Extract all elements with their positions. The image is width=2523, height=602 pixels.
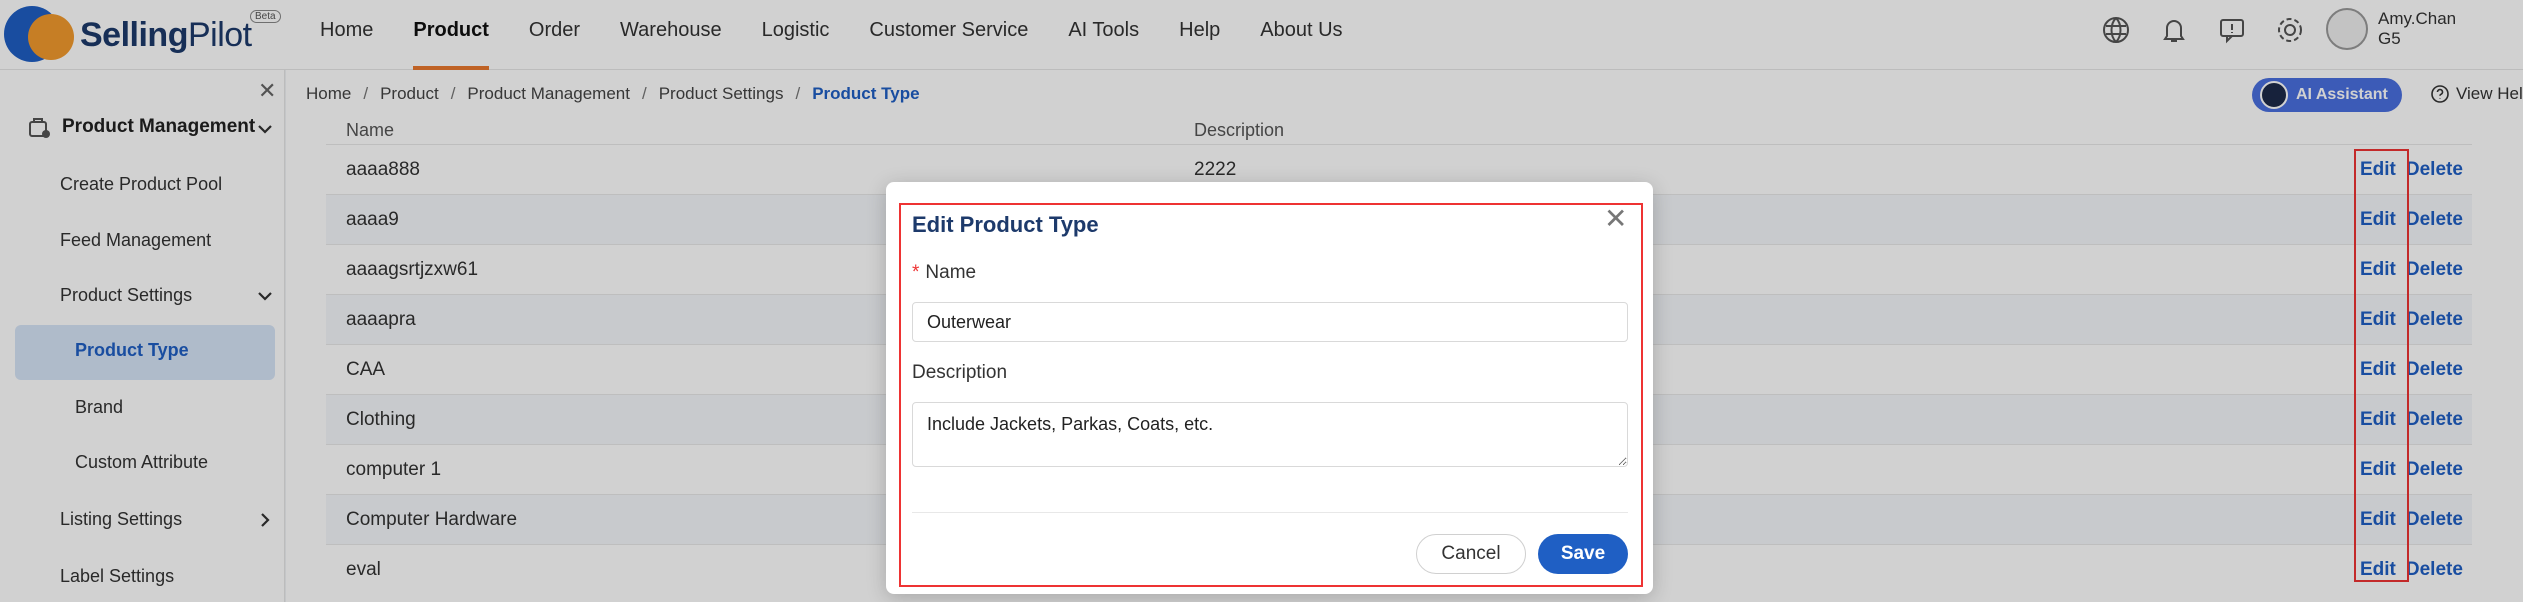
highlight-dialog-box: [899, 203, 1643, 587]
